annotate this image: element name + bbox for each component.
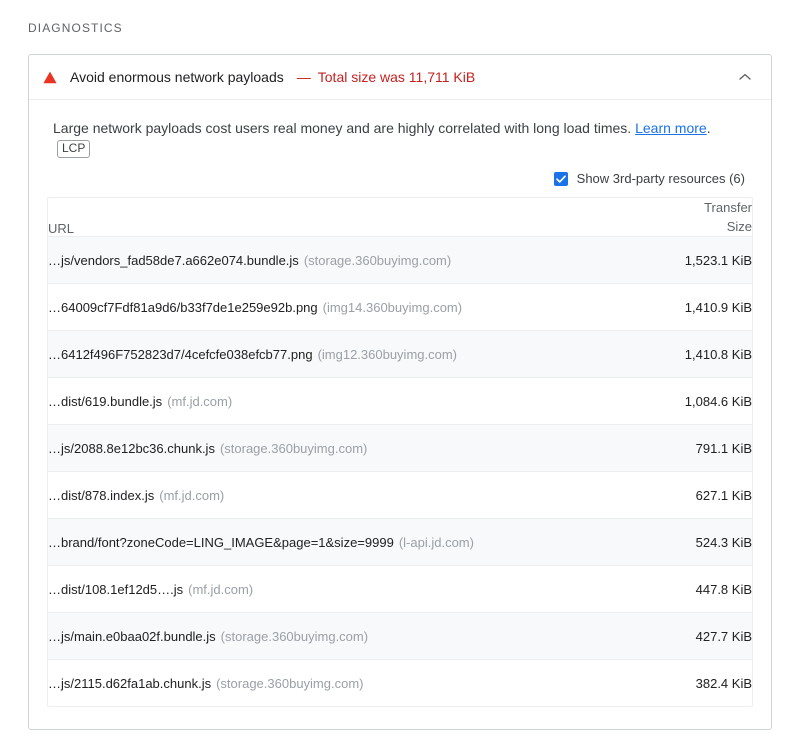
resources-table-wrap: URL Transfer Size …js/vendors_fad58de7.a… [47,197,753,707]
chevron-up-icon[interactable] [735,67,755,87]
resource-url: …dist/878.index.js [48,487,155,503]
warning-triangle-icon [43,71,57,84]
resource-url-cell: …dist/619.bundle.js (mf.jd.com) [48,377,632,425]
resource-origin: (mf.jd.com) [167,393,233,409]
table-row: …dist/619.bundle.js (mf.jd.com) 1,084.6 Ki… [48,377,752,425]
resource-origin: (mf.jd.com) [188,581,254,597]
resource-origin: (storage.360buyimg.com) [216,675,364,691]
resource-url: …js/vendors_fad58de7.a662e074.bundle.js [48,252,299,268]
resource-url-cell: …dist/108.1ef12d5….js (mf.jd.com) [48,565,632,613]
table-row: …64009cf7Fdf81a9d6/b33f7de1e259e92b.png(… [48,283,752,331]
resource-url: …js/2088.8e12bc36.chunk.js [48,440,215,456]
table-header-row: URL Transfer Size [48,198,752,237]
column-header-url: URL [48,221,75,236]
table-row: …js/2088.8e12bc36.chunk.js (storage.360bu… [48,424,752,472]
resource-size-cell: 627.1 KiB [632,471,752,519]
resource-url-cell: …js/main.e0baa02f.bundle.js (storage.360b… [48,612,632,660]
show-third-party-checkbox[interactable]: Show 3rd-party resources (6) [553,171,745,186]
audit-header-toggle[interactable]: Avoid enormous network payloads — Total … [29,55,771,100]
resource-url: …dist/108.1ef12d5….js [48,581,184,597]
page-title: DIAGNOSTICS [28,21,123,35]
resource-url: …js/2115.d62fa1ab.chunk.js [48,675,212,691]
resource-origin: (storage.360buyimg.com) [219,440,368,456]
resource-url-cell: …js/vendors_fad58de7.a662e074.bundle.js(… [48,236,632,284]
status-badge: LCP [57,140,91,158]
audit-description: Large network payloads cost users real m… [47,100,753,158]
resource-size-cell: 1,523.1 KiB [632,236,752,284]
resource-size-cell: 1,410.9 KiB [632,283,752,331]
table-head: URL Transfer Size [48,198,752,237]
resource-url: …6412f496F752823d7/4cefcfe038efcb77.png [48,346,313,362]
resource-size-cell: 1,084.6 KiB [632,377,752,425]
learn-more-link[interactable]: Learn more [635,120,707,136]
filter-row: Show 3rd-party resources (6) [47,158,753,186]
table-row: …js/2115.d62fa1ab.chunk.js (storage.360bu… [48,659,752,706]
table-row: …js/main.e0baa02f.bundle.js (storage.360b… [48,612,752,660]
table-row: …dist/108.1ef12d5….js (mf.jd.com) 447.8 Ki… [48,565,752,613]
resource-origin: (img12.360buyimg.com) [317,346,458,362]
column-header-transfer-size-line1: Transfer [704,200,752,215]
table-body: …js/vendors_fad58de7.a662e074.bundle.js(… [48,236,752,706]
description-period: . [706,120,711,136]
resources-table: URL Transfer Size …js/vendors_fad58de7.a… [48,198,752,706]
table-row: …brand/font?zoneCode=LING_IMAGE&page=1&s… [48,518,752,566]
resource-size-cell: 427.7 KiB [632,612,752,660]
table-row: …dist/878.index.js (mf.jd.com) 627.1 KiB [48,471,752,519]
resource-size-cell: 524.3 KiB [632,518,752,566]
resource-size-cell: 1,410.8 KiB [632,330,752,378]
resource-url-cell: …dist/878.index.js (mf.jd.com) [48,471,632,519]
resource-url: …brand/font?zoneCode=LING_IMAGE&page=1&s… [48,534,394,550]
resource-url-cell: …js/2088.8e12bc36.chunk.js (storage.360bu… [48,424,632,472]
resource-origin: (l-api.jd.com) [398,534,474,550]
resource-size-cell: 791.1 KiB [632,424,752,472]
resource-size-cell: 447.8 KiB [632,565,752,613]
resource-url-cell: …64009cf7Fdf81a9d6/b33f7de1e259e92b.png(… [48,283,632,331]
column-header-transfer-size-line2: Size [726,219,752,234]
resource-url: …js/main.e0baa02f.bundle.js [48,628,216,644]
checkbox-label-text: Show 3rd-party resources (6) [576,171,745,186]
audit-separator: — [296,69,311,85]
resource-origin: (storage.360buyimg.com) [220,628,369,644]
resource-url-cell: …brand/font?zoneCode=LING_IMAGE&page=1&s… [48,518,632,566]
resource-origin: (mf.jd.com) [159,487,225,503]
resource-url: …64009cf7Fdf81a9d6/b33f7de1e259e92b.png [48,299,318,315]
audit-body: Large network payloads cost users real m… [29,100,771,729]
table-row: …6412f496F752823d7/4cefcfe038efcb77.png(… [48,330,752,378]
description-text: Large network payloads cost users real m… [53,120,632,136]
lighthouse-diagnostics-page: DIAGNOSTICS Avoid enormous network paylo… [0,0,800,755]
column-header-transfer-size: Transfer Size [632,198,752,237]
table-row: …js/vendors_fad58de7.a662e074.bundle.js(… [48,236,752,284]
audit-title: Avoid enormous network payloads [70,69,284,85]
audit-card: Avoid enormous network payloads — Total … [28,54,772,730]
resource-size-cell: 382.4 KiB [632,659,752,706]
resource-origin: (storage.360buyimg.com) [303,252,452,268]
resource-url: …dist/619.bundle.js [48,393,163,409]
resource-origin: (img14.360buyimg.com) [322,299,463,315]
resource-url-cell: …js/2115.d62fa1ab.chunk.js (storage.360bu… [48,659,632,706]
resource-url-cell: …6412f496F752823d7/4cefcfe038efcb77.png(… [48,330,632,378]
checkmark-icon[interactable] [553,171,568,186]
audit-value: Total size was 11,711 KiB [317,69,476,85]
